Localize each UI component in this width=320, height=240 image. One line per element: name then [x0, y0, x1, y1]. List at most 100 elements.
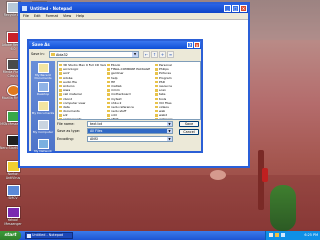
- chevron-down-icon: ▼: [167, 129, 172, 133]
- menu-view[interactable]: View: [63, 13, 71, 19]
- save-in-label: Save in:: [31, 52, 45, 56]
- save-in-dropdown[interactable]: Aida32 ▼: [49, 51, 139, 58]
- encoding-dropdown[interactable]: ANSI ▼: [87, 136, 173, 142]
- notepad-menubar: File Edit Format View Help: [20, 13, 248, 20]
- folder-icon: [59, 64, 62, 67]
- folder-icon: [155, 101, 158, 105]
- folder-item[interactable]: components: [59, 117, 106, 119]
- folder-icon: [107, 97, 110, 100]
- my-computer-icon: [37, 120, 49, 130]
- system-tray: 6:25 PM: [265, 231, 320, 240]
- folder-icon: [59, 93, 62, 96]
- desktop-icon-label: Norton AntiVirus: [5, 172, 21, 180]
- folder-icon: [59, 80, 62, 84]
- save-as-dialog[interactable]: Save As ? × Save in: Aida32 ▼ ← ↑ + ≡ My…: [27, 39, 203, 153]
- back-button[interactable]: ←: [143, 51, 150, 58]
- place-my-documents[interactable]: My Documents: [31, 101, 55, 118]
- folder-icon: [155, 64, 158, 67]
- folder-icon: [155, 114, 158, 117]
- network-icon[interactable]: [269, 233, 273, 237]
- folder-icon: [107, 84, 110, 88]
- dialog-title: Save As: [32, 42, 50, 47]
- place-label: My Computer: [32, 130, 54, 134]
- menu-format[interactable]: Format: [46, 13, 58, 19]
- folder-icon: [59, 89, 62, 92]
- folder-icon: [59, 97, 62, 100]
- folder-icon: [59, 105, 62, 109]
- folder-icon: [155, 84, 158, 88]
- save-in-value: Aida32: [56, 53, 68, 57]
- place-my-network[interactable]: My Network: [31, 139, 55, 156]
- clock[interactable]: 6:25 PM: [304, 231, 318, 240]
- desktop-icon: [37, 82, 49, 92]
- file-column: 3D Studio Max 9 Full CD Versionacronlogi…: [59, 63, 106, 119]
- place-label: My Network: [34, 149, 52, 153]
- dialog-titlebar[interactable]: Save As ? ×: [29, 41, 201, 49]
- hanging-chili: [262, 168, 268, 182]
- folder-icon: [107, 93, 110, 96]
- file-column: Ebook FINAL-COMPARE PACKAGE gardiner help HP…: [107, 63, 154, 119]
- help-button[interactable]: ?: [187, 42, 193, 48]
- desktop-icon-yahoo[interactable]: Yahoo! Messenger: [0, 207, 26, 231]
- folder-item[interactable]: webpage: [155, 117, 200, 120]
- volume-icon[interactable]: [281, 233, 285, 237]
- folder-icon: [59, 72, 62, 75]
- folder-icon: [107, 110, 110, 113]
- notepad-icon: [27, 234, 31, 238]
- save-type-dropdown[interactable]: All Files ▼: [87, 128, 173, 134]
- folder-icon: [59, 110, 62, 113]
- folder-icon: [59, 101, 62, 105]
- notepad-icon: [22, 6, 27, 11]
- folder-icon: [155, 105, 158, 109]
- up-folder-button[interactable]: ↑: [151, 51, 158, 58]
- cancel-button[interactable]: Cancel: [179, 129, 199, 135]
- place-desktop[interactable]: Desktop: [31, 82, 55, 99]
- folder-icon: [107, 64, 110, 67]
- folder-icon: [155, 72, 158, 75]
- start-button[interactable]: start: [0, 231, 21, 240]
- save-type-value: All Files: [90, 129, 103, 133]
- folder-item[interactable]: nfldb: [107, 117, 154, 119]
- yahoo-messenger-icon: [6, 207, 20, 218]
- folder-icon: [155, 97, 158, 100]
- folder-icon: [155, 68, 158, 71]
- folder-icon: [107, 101, 110, 105]
- file-column: Personal Philips Pictures Program PSD resourc…: [155, 63, 200, 120]
- folder-icon: [59, 118, 62, 119]
- folder-icon: [107, 118, 110, 119]
- menu-edit[interactable]: Edit: [34, 13, 41, 19]
- chevron-down-icon: ▼: [132, 52, 138, 57]
- save-button[interactable]: Save: [179, 121, 199, 127]
- notepad-title: Untitled - Notepad: [30, 6, 72, 11]
- file-name-label: File name:: [57, 122, 75, 126]
- place-my-computer[interactable]: My Computer: [31, 120, 55, 137]
- place-label: My Documents: [31, 111, 55, 115]
- folder-icon: [155, 93, 158, 96]
- close-button[interactable]: ×: [240, 5, 247, 12]
- folder-icon: [59, 68, 62, 71]
- folder-icon: [107, 76, 110, 79]
- file-list[interactable]: 3D Studio Max 9 Full CD Versionacronlogi…: [57, 61, 201, 120]
- desktop-icon-smcv[interactable]: SMCV: [0, 185, 26, 209]
- place-label: My Recent Documents: [34, 73, 52, 81]
- places-bar: My Recent Documents Desktop My Documents…: [31, 61, 55, 153]
- folder-item-label: webpage: [159, 117, 173, 120]
- file-name-input[interactable]: text.txt ▼: [87, 121, 173, 127]
- folder-icon: [51, 53, 55, 56]
- maximize-button[interactable]: □: [232, 5, 239, 12]
- chevron-down-icon: ▼: [167, 137, 172, 141]
- security-icon[interactable]: [275, 233, 279, 237]
- notepad-titlebar[interactable]: Untitled - Notepad _ □ ×: [20, 4, 248, 13]
- menu-help[interactable]: Help: [76, 13, 84, 19]
- encoding-value: ANSI: [90, 137, 98, 141]
- minimize-button[interactable]: _: [224, 5, 231, 12]
- taskbar-item-notepad[interactable]: Untitled - Notepad: [25, 232, 73, 239]
- my-documents-icon: [37, 101, 49, 111]
- menu-file[interactable]: File: [23, 13, 29, 19]
- new-folder-button[interactable]: +: [159, 51, 166, 58]
- wall-ornament: [210, 170, 226, 180]
- dialog-close-button[interactable]: ×: [194, 42, 200, 48]
- views-menu-button[interactable]: ≡: [167, 51, 174, 58]
- folder-icon: [59, 114, 62, 117]
- place-recent-documents[interactable]: My Recent Documents: [31, 63, 55, 80]
